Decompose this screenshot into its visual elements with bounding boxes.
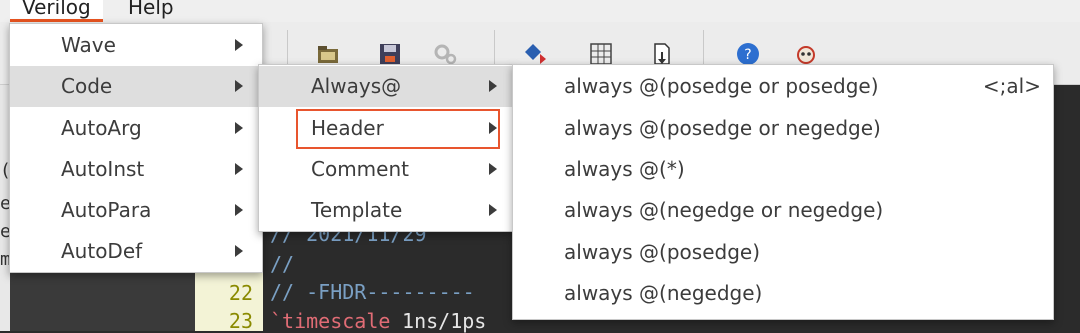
menu-item-autoarg[interactable]: AutoArg xyxy=(10,108,262,149)
menu-item-always-posedge-posedge[interactable]: always @(posedge or posedge) <;al> xyxy=(513,66,1053,107)
menu-item-autoinst[interactable]: AutoInst xyxy=(10,149,262,190)
header-highlight-outline xyxy=(296,109,500,149)
menu-help[interactable]: Help xyxy=(116,0,186,22)
submenu-arrow-icon xyxy=(235,245,243,257)
about-bug-icon[interactable] xyxy=(794,42,818,66)
menu-item-label: always @(posedge or posedge) xyxy=(564,74,879,98)
menu-item-shortcut: <;al> xyxy=(982,74,1041,98)
submenu-arrow-icon xyxy=(489,204,497,216)
menu-item-label: AutoPara xyxy=(61,198,152,222)
submenu-arrow-icon xyxy=(489,163,497,175)
menu-item-label: AutoDef xyxy=(61,239,143,263)
line-number: 23 xyxy=(228,309,253,333)
code-line: 1ns/1ps xyxy=(390,309,487,333)
menu-item-label: always @(*) xyxy=(564,157,685,181)
code-line: // -FHDR--------- xyxy=(270,280,475,304)
menu-item-label: always @(posedge) xyxy=(564,240,760,264)
menu-verilog[interactable]: Verilog xyxy=(10,0,103,22)
code-keyword: `timescale xyxy=(270,309,391,333)
menu-item-label: Template xyxy=(311,198,403,222)
submenu-arrow-icon xyxy=(235,39,243,51)
line-number: 22 xyxy=(228,281,253,305)
menu-item-label: AutoArg xyxy=(61,116,142,140)
open-folder-icon[interactable] xyxy=(316,42,340,66)
settings-gear-icon[interactable] xyxy=(433,42,457,66)
submenu-arrow-icon xyxy=(235,122,243,134)
grid-table-icon[interactable] xyxy=(589,42,613,66)
menu-item-always-star[interactable]: always @(*) xyxy=(513,149,1053,190)
menubar: Verilog Help xyxy=(0,0,1080,22)
menu-item-template[interactable]: Template xyxy=(259,190,513,231)
menu-item-label: Wave xyxy=(61,33,116,57)
submenu-arrow-icon xyxy=(489,80,497,92)
menu-item-label: Comment xyxy=(311,157,409,181)
menu-item-autopara[interactable]: AutoPara xyxy=(10,190,262,231)
menu-item-always[interactable]: Always@ xyxy=(259,66,513,107)
document-arrow-icon[interactable] xyxy=(650,42,674,66)
menu-item-label: always @(posedge or negedge) xyxy=(564,116,881,140)
menu-item-comment[interactable]: Comment xyxy=(259,149,513,190)
svg-text:?: ? xyxy=(744,47,751,63)
menu-item-always-negedge-negedge[interactable]: always @(negedge or negedge) xyxy=(513,190,1053,231)
code-line: // xyxy=(270,252,295,276)
menu-item-label: always @(negedge or negedge) xyxy=(564,198,884,222)
menu-item-label: AutoInst xyxy=(61,157,145,181)
submenu-arrow-icon xyxy=(235,163,243,175)
verilog-menu: Wave Code AutoArg AutoInst AutoPara Auto… xyxy=(9,23,263,273)
menu-item-code[interactable]: Code xyxy=(10,66,262,107)
menu-item-autodef[interactable]: AutoDef xyxy=(10,231,262,272)
menu-item-label: Always@ xyxy=(311,74,402,98)
menu-item-always-negedge[interactable]: always @(negedge) xyxy=(513,273,1053,314)
menu-item-wave[interactable]: Wave xyxy=(10,25,262,66)
menu-item-label: always @(negedge) xyxy=(564,281,763,305)
save-icon[interactable] xyxy=(378,42,402,66)
help-icon[interactable]: ? xyxy=(736,42,760,66)
diamond-run-icon[interactable] xyxy=(523,42,547,66)
menu-item-always-posedge[interactable]: always @(posedge) xyxy=(513,232,1053,273)
always-submenu: always @(posedge or posedge) <;al> alway… xyxy=(512,64,1054,320)
menu-item-always-posedge-negedge[interactable]: always @(posedge or negedge) xyxy=(513,108,1053,149)
submenu-arrow-icon xyxy=(235,204,243,216)
menu-item-label: Code xyxy=(61,74,113,98)
submenu-arrow-icon xyxy=(235,80,243,92)
